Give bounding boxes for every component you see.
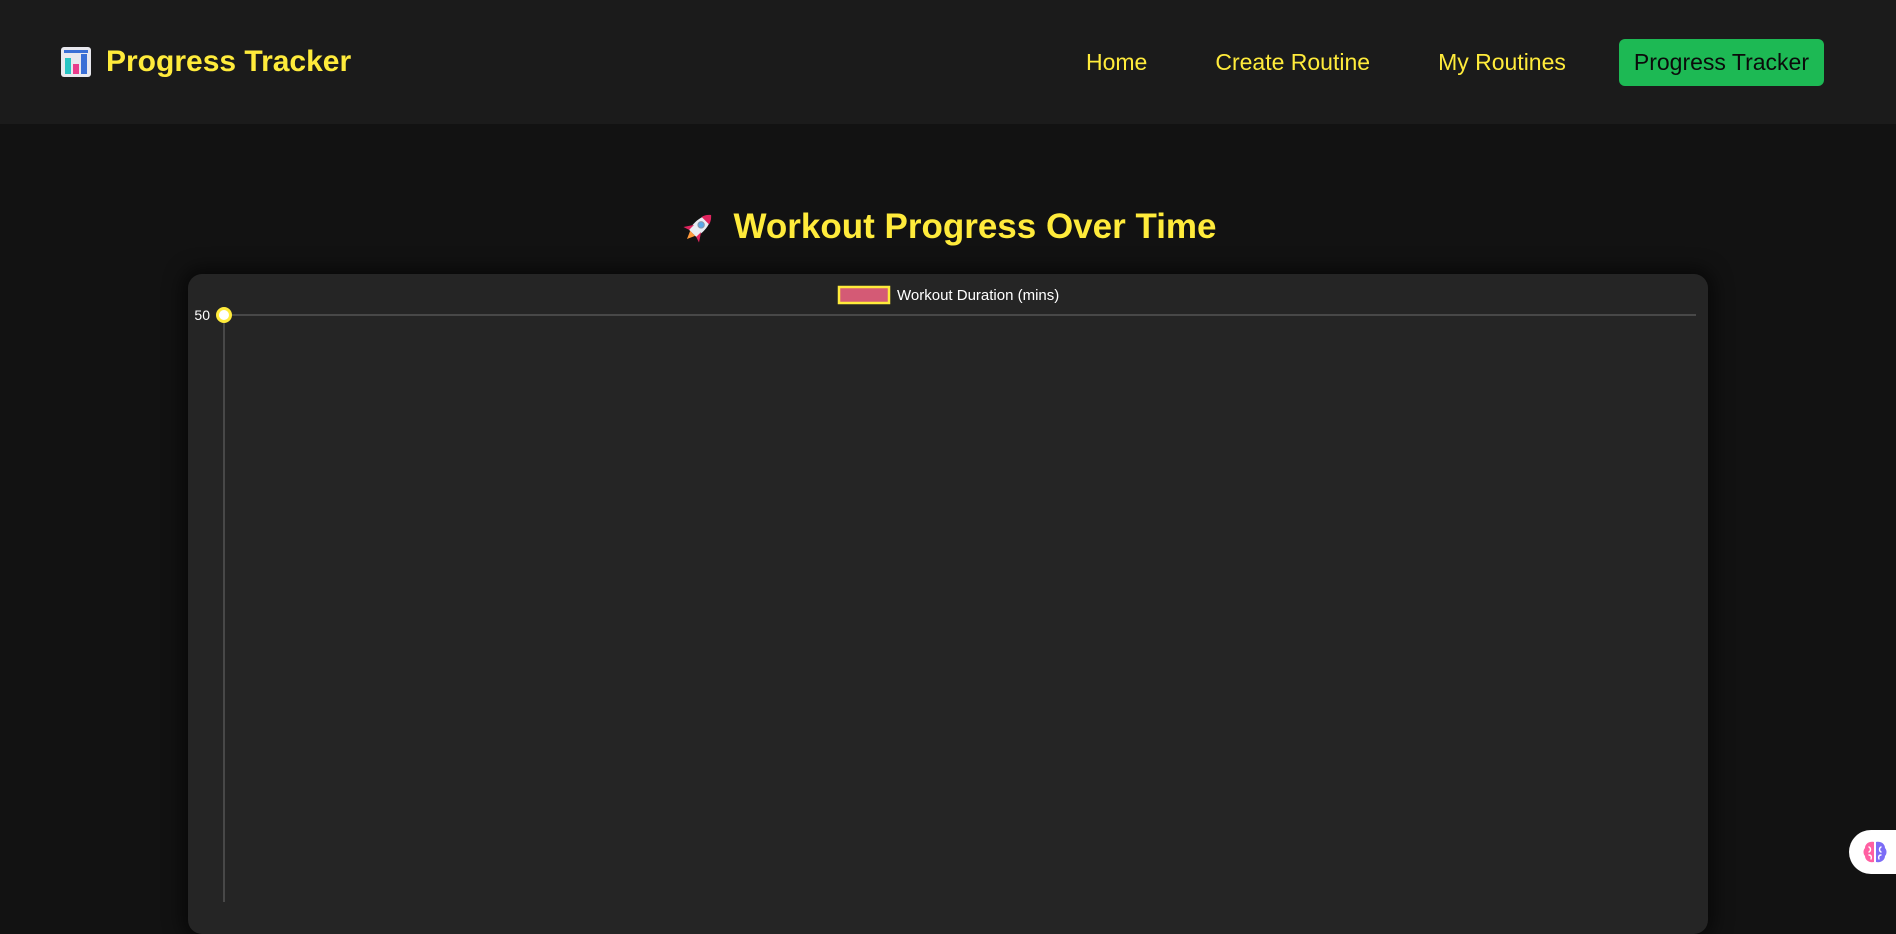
chart-marks: 50 <box>194 307 1696 323</box>
nav-progress-tracker[interactable]: Progress Tracker <box>1618 38 1824 86</box>
brand-title: Progress Tracker <box>106 45 352 78</box>
main-nav: Home Create Routine My Routines Progress… <box>1033 38 1824 86</box>
navbar: Progress Tracker Home Create Routine My … <box>0 0 1896 124</box>
data-point[interactable] <box>216 307 232 323</box>
y-tick-label: 50 <box>194 307 210 323</box>
page-title: Workout Progress Over Time <box>733 207 1217 246</box>
nav-my-routines[interactable]: My Routines <box>1423 39 1581 86</box>
chart-card: Workout Duration (mins) 50 <box>188 274 1708 934</box>
legend-swatch <box>837 285 891 305</box>
nav-create-routine[interactable]: Create Routine <box>1200 39 1385 86</box>
rocket-icon <box>683 214 712 243</box>
nav-home[interactable]: Home <box>1071 39 1162 86</box>
assistant-widget-button[interactable] <box>1849 830 1896 874</box>
page-heading: Workout Progress Over Time <box>0 207 1896 247</box>
brand[interactable]: Progress Tracker <box>60 45 351 79</box>
brain-icon <box>1863 841 1887 863</box>
legend-label: Workout Duration (mins) <box>897 287 1059 304</box>
bar-chart-icon <box>61 47 91 77</box>
chart-legend[interactable]: Workout Duration (mins) <box>837 285 1059 305</box>
progress-chart: Workout Duration (mins) 50 <box>194 285 1696 902</box>
